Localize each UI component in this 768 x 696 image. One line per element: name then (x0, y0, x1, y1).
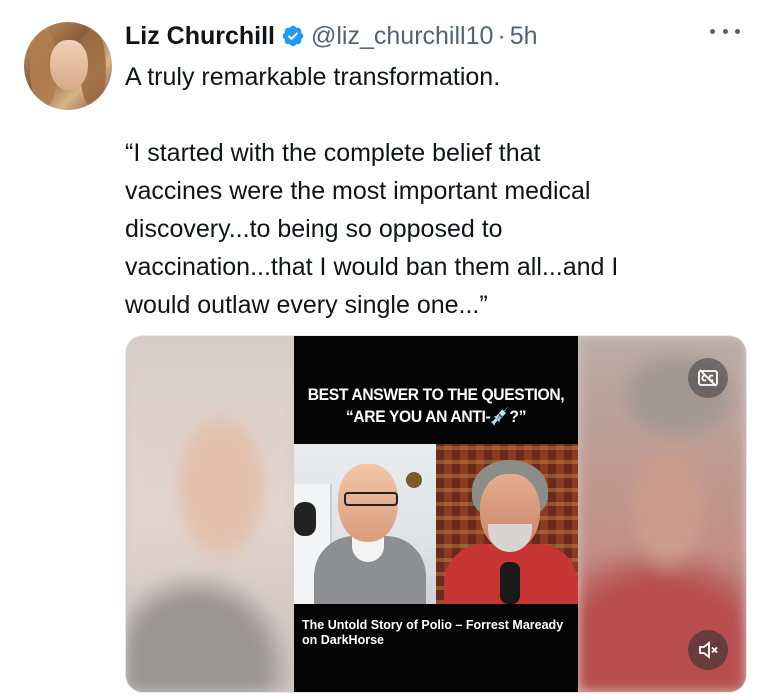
speaker-left (294, 444, 436, 604)
tweet-line: would outlaw every single one...” (125, 291, 488, 319)
video-blurred-background-left (126, 336, 294, 692)
video-headline: BEST ANSWER TO THE QUESTION, “ARE YOU AN… (305, 384, 566, 428)
video-player[interactable]: BEST ANSWER TO THE QUESTION, “ARE YOU AN… (125, 335, 747, 693)
video-headline-line2: “ARE YOU AN ANTI-💉?” (345, 407, 527, 426)
tweet-line: vaccines were the most important medical (125, 177, 591, 205)
tweet[interactable]: Liz Churchill @liz_churchill10 · 5h A tr… (0, 0, 768, 696)
video-caption: The Untold Story of Polio – Forrest Mare… (302, 618, 564, 647)
timestamp[interactable]: 5h (510, 22, 538, 51)
avatar[interactable] (24, 22, 112, 110)
more-options-icon[interactable] (710, 26, 740, 36)
tweet-line: vaccination...that I would ban them all.… (125, 253, 619, 281)
video-headline-line1: BEST ANSWER TO THE QUESTION, (307, 385, 565, 404)
microphone-icon (294, 502, 316, 536)
author-handle[interactable]: @liz_churchill10 (311, 22, 493, 51)
tweet-line: A truly remarkable transformation. (125, 63, 501, 91)
tweet-line: discovery...to being so opposed to (125, 215, 503, 243)
separator-dot: · (497, 21, 506, 50)
tweet-text: A truly remarkable transformation. “I st… (125, 58, 735, 324)
verified-badge-icon[interactable] (281, 24, 305, 48)
author-name[interactable]: Liz Churchill (125, 22, 275, 51)
syringe-icon: 💉 (490, 407, 510, 426)
video-scene (294, 444, 578, 604)
volume-muted-icon[interactable] (688, 630, 728, 670)
avatar-face (50, 40, 88, 90)
speaker-right (436, 444, 578, 604)
closed-captions-off-icon[interactable] (688, 358, 728, 398)
video-frame[interactable]: BEST ANSWER TO THE QUESTION, “ARE YOU AN… (294, 336, 578, 692)
tweet-header: Liz Churchill @liz_churchill10 · 5h (125, 18, 538, 54)
tweet-line: “I started with the complete belief that (125, 139, 541, 167)
microphone-icon (500, 562, 520, 604)
